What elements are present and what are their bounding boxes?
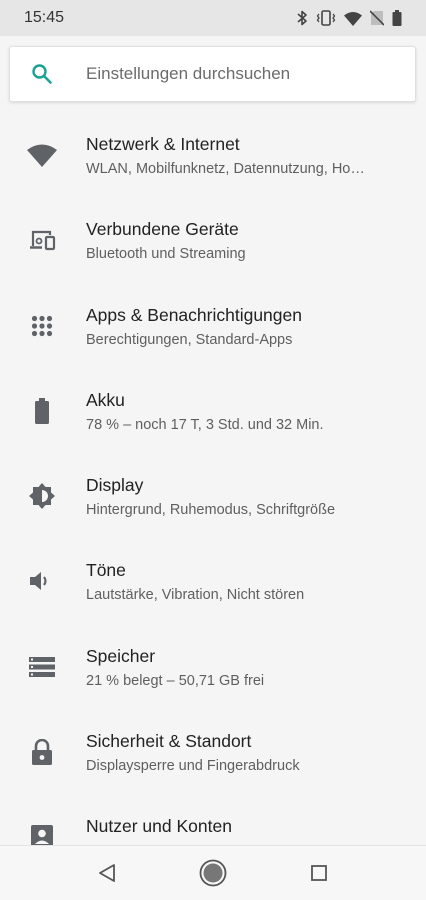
lock-icon bbox=[26, 736, 58, 768]
settings-item-title: Netzwerk & Internet bbox=[86, 134, 240, 154]
search-bar[interactable]: Einstellungen durchsuchen bbox=[9, 46, 416, 102]
settings-item-summary: Berechtigungen, Standard-Apps bbox=[86, 331, 293, 348]
status-bar: 15:45 bbox=[0, 0, 426, 36]
storage-icon bbox=[26, 651, 58, 683]
settings-item-battery[interactable]: Akku 78 % – noch 17 T, 3 Std. und 32 Min… bbox=[0, 368, 426, 453]
battery-icon bbox=[392, 10, 402, 26]
connected-devices-icon bbox=[26, 224, 58, 256]
settings-item-summary: WLAN, Mobilfunknetz, Datennutzung, Ho… bbox=[86, 161, 365, 177]
settings-item-security[interactable]: Sicherheit & Standort Displaysperre und … bbox=[0, 709, 426, 794]
settings-item-summary: Displaysperre und Fingerabdruck bbox=[86, 758, 300, 775]
settings-item-network[interactable]: Netzwerk & Internet WLAN, Mobilfunknetz,… bbox=[0, 112, 426, 197]
settings-item-title: Verbundene Geräte bbox=[86, 219, 239, 240]
no-sim-icon bbox=[370, 10, 384, 26]
recents-icon bbox=[311, 865, 327, 881]
settings-item-title: Display bbox=[86, 475, 144, 496]
account-icon bbox=[26, 821, 58, 845]
navigation-bar bbox=[0, 845, 426, 900]
apps-icon bbox=[26, 310, 58, 342]
recents-button[interactable] bbox=[304, 858, 334, 888]
bluetooth-icon bbox=[297, 10, 307, 26]
settings-item-summary: 21 % belegt – 50,71 GB frei bbox=[86, 672, 265, 689]
settings-item-summary: 78 % – noch 17 T, 3 Std. und 32 Min. bbox=[86, 416, 324, 433]
settings-item-sounds[interactable]: Töne Lautstärke, Vibration, Nicht stören bbox=[0, 538, 426, 623]
settings-item-summary: Bluetooth und Streaming bbox=[86, 246, 246, 263]
settings-item-apps[interactable]: Apps & Benachrichtigungen Berechtigungen… bbox=[0, 283, 426, 368]
settings-item-connected-devices[interactable]: Verbundene Geräte Bluetooth und Streamin… bbox=[0, 197, 426, 282]
settings-item-summary: Hintergrund, Ruhemodus, Schriftgröße bbox=[86, 502, 336, 519]
brightness-icon bbox=[26, 480, 58, 512]
settings-item-accounts[interactable]: Nutzer und Konten bbox=[0, 794, 426, 845]
back-icon bbox=[99, 864, 115, 882]
settings-item-summary: Lautstärke, Vibration, Nicht stören bbox=[86, 587, 305, 604]
settings-item-storage[interactable]: Speicher 21 % belegt – 50,71 GB frei bbox=[0, 624, 426, 709]
status-icons bbox=[296, 10, 402, 26]
settings-item-title: Nutzer und Konten bbox=[86, 816, 232, 837]
wifi-icon bbox=[344, 11, 362, 26]
volume-icon bbox=[26, 565, 58, 597]
settings-item-title: Sicherheit & Standort bbox=[86, 731, 252, 752]
back-button[interactable] bbox=[92, 858, 122, 888]
vibrate-icon bbox=[316, 10, 336, 26]
wifi-icon bbox=[26, 139, 58, 171]
home-button[interactable] bbox=[198, 858, 228, 888]
settings-item-display[interactable]: Display Hintergrund, Ruhemodus, Schriftg… bbox=[0, 453, 426, 538]
settings-list: Netzwerk & Internet WLAN, Mobilfunknetz,… bbox=[0, 112, 426, 845]
settings-item-title: Töne bbox=[86, 560, 126, 581]
home-icon bbox=[199, 859, 227, 887]
settings-item-title: Speicher bbox=[86, 645, 156, 666]
settings-item-title: Akku bbox=[86, 389, 125, 410]
battery-icon bbox=[26, 395, 58, 427]
status-time: 15:45 bbox=[24, 9, 65, 26]
search-icon bbox=[32, 64, 52, 84]
search-placeholder: Einstellungen durchsuchen bbox=[86, 64, 291, 83]
settings-item-title: Apps & Benachrichtigungen bbox=[86, 304, 302, 325]
